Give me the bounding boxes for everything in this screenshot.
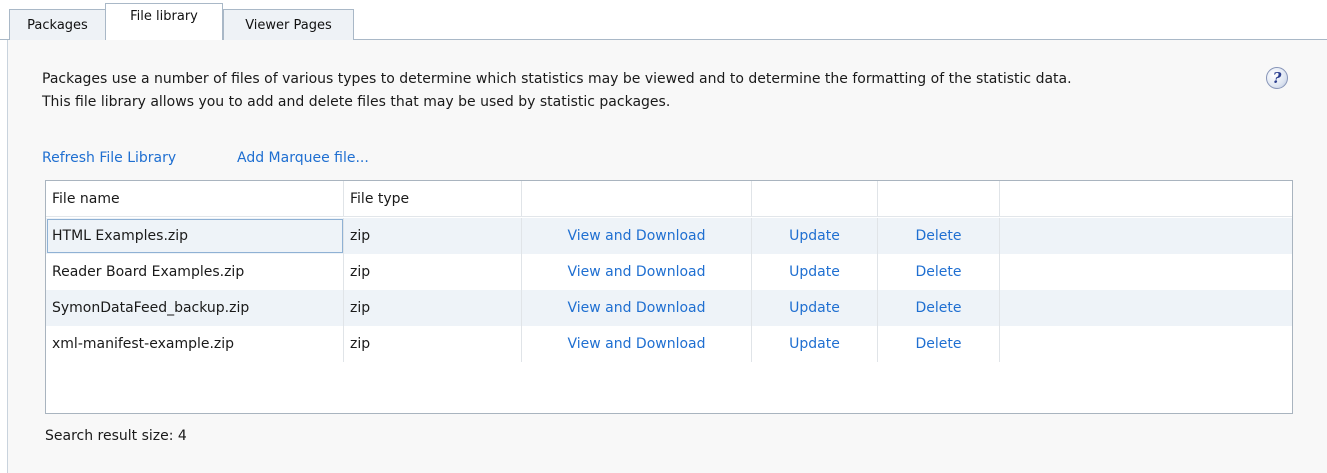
tab-bar: Packages File library Viewer Pages <box>0 0 1327 41</box>
view-download-cell: View and Download <box>522 290 752 326</box>
column-header-delete <box>878 181 1000 216</box>
update-link[interactable]: Update <box>789 264 840 280</box>
file-type-cell: zip <box>344 326 522 362</box>
update-link[interactable]: Update <box>789 228 840 244</box>
add-marquee-file-link[interactable]: Add Marquee file... <box>237 150 369 166</box>
delete-cell: Delete <box>878 326 1000 362</box>
search-result-size: Search result size: 4 <box>45 428 187 444</box>
table-row[interactable]: HTML Examples.zip zip View and Download … <box>46 218 1292 254</box>
view-and-download-link[interactable]: View and Download <box>567 228 705 244</box>
tab-file-library[interactable]: File library <box>105 3 223 41</box>
delete-cell: Delete <box>878 218 1000 254</box>
table-row[interactable]: SymonDataFeed_backup.zip zip View and Do… <box>46 290 1292 326</box>
delete-link[interactable]: Delete <box>916 264 962 280</box>
description: Packages use a number of files of variou… <box>42 68 1302 114</box>
file-name-cell[interactable]: xml-manifest-example.zip <box>46 326 344 362</box>
file-table: File name File type HTML Examples.zip zi… <box>45 180 1293 414</box>
file-name-cell[interactable]: SymonDataFeed_backup.zip <box>46 290 344 326</box>
filler-cell <box>1000 218 1292 254</box>
update-cell: Update <box>752 290 878 326</box>
file-type-cell: zip <box>344 290 522 326</box>
view-and-download-link[interactable]: View and Download <box>567 264 705 280</box>
column-header-filler <box>1000 181 1292 216</box>
update-link[interactable]: Update <box>789 300 840 316</box>
tab-viewer-pages[interactable]: Viewer Pages <box>223 9 354 41</box>
description-line-2: This file library allows you to add and … <box>42 94 671 110</box>
delete-link[interactable]: Delete <box>916 228 962 244</box>
update-cell: Update <box>752 218 878 254</box>
column-header-file-type[interactable]: File type <box>344 181 522 216</box>
update-cell: Update <box>752 254 878 290</box>
file-type-cell: zip <box>344 218 522 254</box>
table-header: File name File type <box>46 181 1292 217</box>
description-line-1: Packages use a number of files of variou… <box>42 71 1072 87</box>
file-type-cell: zip <box>344 254 522 290</box>
file-library-panel: Packages use a number of files of variou… <box>7 40 1327 473</box>
update-link[interactable]: Update <box>789 336 840 352</box>
column-header-update <box>752 181 878 216</box>
update-cell: Update <box>752 326 878 362</box>
view-download-cell: View and Download <box>522 218 752 254</box>
file-name-cell[interactable]: Reader Board Examples.zip <box>46 254 344 290</box>
file-name-cell[interactable]: HTML Examples.zip <box>46 218 344 254</box>
refresh-file-library-link[interactable]: Refresh File Library <box>42 150 176 166</box>
help-icon[interactable]: ? <box>1266 67 1288 89</box>
column-header-view <box>522 181 752 216</box>
filler-cell <box>1000 254 1292 290</box>
view-download-cell: View and Download <box>522 254 752 290</box>
delete-cell: Delete <box>878 290 1000 326</box>
table-row[interactable]: xml-manifest-example.zip zip View and Do… <box>46 326 1292 362</box>
delete-cell: Delete <box>878 254 1000 290</box>
view-and-download-link[interactable]: View and Download <box>567 336 705 352</box>
delete-link[interactable]: Delete <box>916 300 962 316</box>
filler-cell <box>1000 290 1292 326</box>
tab-packages[interactable]: Packages <box>9 9 106 41</box>
view-and-download-link[interactable]: View and Download <box>567 300 705 316</box>
table-row[interactable]: Reader Board Examples.zip zip View and D… <box>46 254 1292 290</box>
column-header-file-name[interactable]: File name <box>46 181 344 216</box>
filler-cell <box>1000 326 1292 362</box>
view-download-cell: View and Download <box>522 326 752 362</box>
delete-link[interactable]: Delete <box>916 336 962 352</box>
